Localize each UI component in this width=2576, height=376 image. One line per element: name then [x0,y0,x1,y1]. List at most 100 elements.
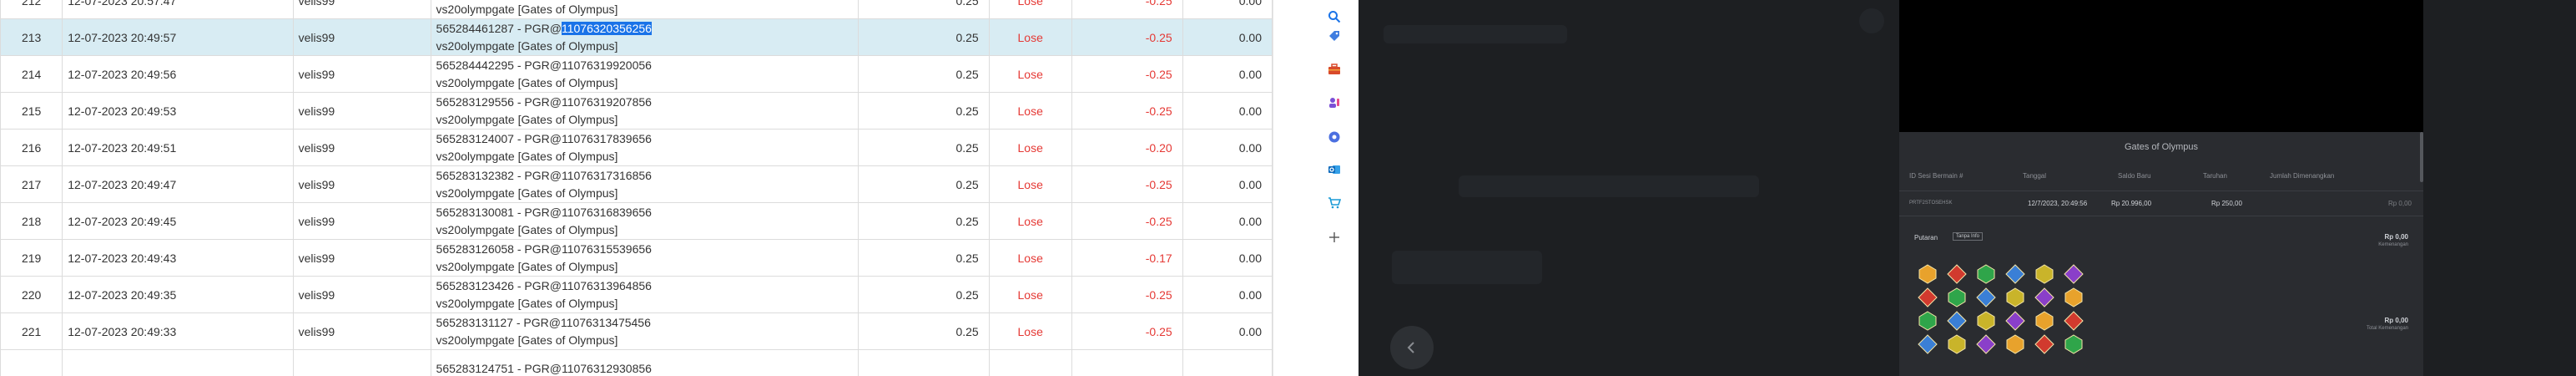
cell-date: 12-07-2023 20:49:53 [62,92,294,130]
cell-date: 12-07-2023 20:49:51 [62,129,294,166]
cell-winloss: -0.25 [1071,92,1183,130]
transaction-id-prefix: 565284461287 - PGR@ [436,22,562,35]
game-name: vs20olympgate [Gates of Olympus] [436,333,618,347]
transaction-id: 565283130081 - PGR@11076316839656 [436,206,652,219]
search-icon[interactable] [1327,9,1342,24]
header-win: Jumlah Dimenangkan [2270,172,2335,180]
spin-win-amount: Rp 0,00 [2384,233,2408,241]
transaction-id: 565283126058 - PGR@11076315539656 [436,242,652,256]
cell-result: Lose [988,92,1072,130]
cell-winloss: -0.25 [1071,312,1183,350]
total-win-sublabel: Total Kemenangan [2366,326,2408,331]
cell-payout: 0.00 [1182,202,1273,240]
cell-username: velis99 [292,92,431,130]
value-bet: Rp 250,00 [2211,200,2242,207]
cell-date: 12-07-2023 20:49:56 [62,55,294,93]
total-win-amount: Rp 0,00 [2384,317,2408,324]
cell-transaction: 565283126058 - PGR@11076315539656 vs20oly… [430,239,859,277]
cell-result: Lose [988,276,1072,313]
cell-row-number: 213 [0,18,63,56]
transaction-id: 565284442295 - PGR@11076319920056 [436,58,652,72]
cell-winloss: -0.25 [1071,0,1183,19]
cell-winloss: -0.20 [1071,129,1183,166]
cell-winloss: -0.25 [1071,202,1183,240]
cell-username: velis99 [292,55,431,93]
cell-transaction: 565283123426 - PGR@11076313964856 vs20oly… [430,276,859,313]
slot-symbol-icon [1976,334,1996,354]
cell-row-number: 214 [0,55,63,93]
slot-symbol-icon [2005,311,2025,331]
slot-symbol-icon [2034,287,2054,307]
slot-symbol-icon [1918,311,1937,331]
cell-row-number: 220 [0,276,63,313]
chevron-left-icon [1407,342,1414,353]
cell-payout: 0.00 [1182,0,1273,19]
back-arrow-button[interactable] [1390,326,1434,369]
header-session-id: ID Sesi Bermain # [1909,172,1964,180]
slot-symbol-icon [2064,287,2083,307]
table-row[interactable]: 213 12-07-2023 20:49:57 velis99 56528446128… [0,18,1273,56]
cell-transaction: 565289074108 - PGR@11076454736430vs20oly… [430,0,859,19]
cell-row-number: 216 [0,129,63,166]
game-name: vs20olympgate [Gates of Olympus] [436,76,618,89]
slot-symbol-icon [2064,264,2084,284]
cell-username: velis99 [292,312,431,350]
cell-username [292,349,431,376]
spin-label: Putaran [1914,234,1938,241]
value-session-id: PRTF2STOSEHSK [1909,201,1953,206]
tag-icon[interactable] [1327,28,1342,43]
slot-symbol-icon [1918,287,1938,307]
cell-transaction: 565283131127 - PGR@11076313475456 vs20oly… [430,312,859,350]
scrollbar-gutter[interactable] [1273,0,1311,376]
transaction-id: 565283131127 - PGR@11076313475456 [436,316,651,329]
selected-text: 11076320356256 [561,22,652,35]
games-icon[interactable] [1327,95,1342,110]
table-row[interactable]: 218 12-07-2023 20:49:45 velis99 56528313008… [0,202,1273,240]
cell-winloss: -0.25 [1071,165,1183,203]
ghost-header-bar [1384,25,1567,43]
cell-username: velis99 [292,129,431,166]
table-row[interactable]: 221 12-07-2023 20:49:33 velis99 56528313112… [0,312,1273,350]
value-date: 12/7/2023, 20:49:56 [2028,200,2088,207]
cell-bet: 0.25 [857,276,990,313]
slot-symbol-icon [1977,311,1995,331]
cell-result: Lose [988,129,1072,166]
settings-gear-icon[interactable] [1327,130,1342,145]
cell-transaction: 565283130081 - PGR@11076316839656 vs20oly… [430,202,859,240]
game-name: vs20olympgate [Gates of Olympus] [436,150,618,163]
cell-winloss: -0.17 [1071,239,1183,277]
cell-username: velis99 [292,18,431,56]
outlook-icon[interactable] [1327,162,1342,177]
spin-win-sublabel: Kemenangan [2378,242,2408,247]
plus-icon[interactable] [1327,230,1342,245]
toolbox-icon[interactable] [1327,62,1342,77]
transaction-id: 565283129556 - PGR@11076319207856 [436,95,652,109]
slot-symbol-icon [2006,334,2024,354]
transaction-id: 565283124007 - PGR@11076317839656 [436,132,652,145]
table-row[interactable]: 565283124751 - PGR@11076312930856 [0,349,1273,376]
table-row[interactable]: 220 12-07-2023 20:49:35 velis99 56528312342… [0,276,1273,313]
cell-date: 12-07-2023 20:49:45 [62,202,294,240]
cell-result: Lose [988,312,1072,350]
cell-row-number: 218 [0,202,63,240]
table-row[interactable]: 217 12-07-2023 20:49:47 velis99 56528313238… [0,165,1273,203]
cell-result: Lose [988,55,1072,93]
cell-username: velis99 [292,202,431,240]
slot-symbol-icon [2034,334,2054,354]
cell-username: velis99 [292,0,431,19]
card-scrollbar[interactable] [2420,132,2423,182]
cell-result: Lose [988,18,1072,56]
slot-symbol-icon [1918,334,1938,354]
cell-username: velis99 [292,239,431,277]
table-row[interactable]: 219 12-07-2023 20:49:43 velis99 56528312605… [0,239,1273,277]
cart-icon[interactable] [1327,196,1342,211]
table-row[interactable]: 21212-07-2023 20:57:47velis9956528907410… [0,0,1273,19]
cell-bet: 0.25 [857,92,990,130]
cell-transaction: 565284461287 - PGR@11076320356256 vs20oly… [430,18,859,56]
card-title: Gates of Olympus [2124,142,2199,152]
table-row[interactable]: 216 12-07-2023 20:49:51 velis99 56528312400… [0,129,1273,166]
cell-transaction: 565283124007 - PGR@11076317839656 vs20oly… [430,129,859,166]
table-row[interactable]: 214 12-07-2023 20:49:56 velis99 56528444229… [0,55,1273,93]
ghost-title-bar [1459,175,1759,197]
table-row[interactable]: 215 12-07-2023 20:49:53 velis99 56528312955… [0,92,1273,130]
